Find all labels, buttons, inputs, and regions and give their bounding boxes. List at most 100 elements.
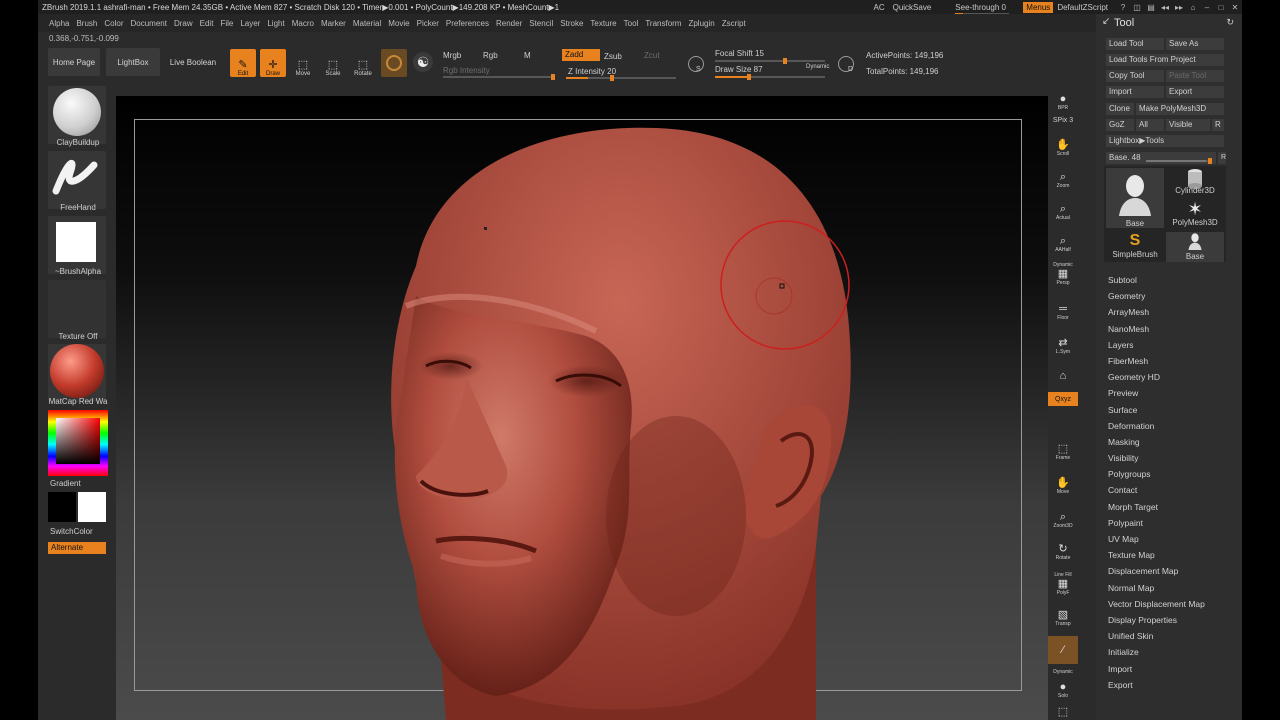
menu-item-file[interactable]: File [220,19,233,28]
paste-tool-button[interactable]: Paste Tool [1166,70,1224,82]
goz-button[interactable]: GoZ [1106,119,1134,131]
move-button[interactable]: ⬚ Move [290,49,316,77]
canvas-viewport[interactable] [116,96,1048,720]
menu-item-picker[interactable]: Picker [417,19,439,28]
mrgb-button[interactable]: Mrgb [443,51,461,60]
arrows-right-icon[interactable]: ▸▸ [1172,3,1186,12]
menu-item-edit[interactable]: Edit [200,19,214,28]
alpha-slot[interactable] [48,216,106,274]
save-as-button[interactable]: Save As [1166,38,1224,50]
zoom3d-button[interactable]: ⌕ Zoom3D [1048,506,1078,534]
zoom-button[interactable]: ⌕ Zoom [1048,166,1078,194]
menu-item-alpha[interactable]: Alpha [49,19,69,28]
menu-item-render[interactable]: Render [496,19,522,28]
menu-item-zplugin[interactable]: Zplugin [688,19,714,28]
section-initialize[interactable]: Initialize [1108,644,1238,660]
maximize-icon[interactable]: □ [1214,3,1228,12]
export-button[interactable]: Export [1166,86,1224,98]
section-surface[interactable]: Surface [1108,402,1238,418]
goz-r-button[interactable]: R [1212,119,1224,131]
spix-control[interactable]: SPix 3 [1048,114,1078,126]
section-visibility[interactable]: Visibility [1108,450,1238,466]
base-slider[interactable]: Base. 48 [1106,152,1216,164]
material-slot[interactable] [48,344,106,402]
section-layers[interactable]: Layers [1108,337,1238,353]
thumb-polymesh3d[interactable]: ✶ PolyMesh3D [1166,200,1224,230]
section-import[interactable]: Import [1108,661,1238,677]
sculpt-head-model[interactable] [116,96,1048,720]
default-zscript-button[interactable]: DefaultZScript [1057,3,1108,12]
section-uv-map[interactable]: UV Map [1108,531,1238,547]
rotate-view-button[interactable]: ↻ Rotate [1048,538,1078,566]
live-boolean-button[interactable]: Live Boolean [166,48,220,76]
polyf-button[interactable]: Line Fill ▦ PolyF [1048,570,1078,598]
dynamic-toggle[interactable]: Dynamic [806,64,829,70]
edit-button[interactable]: ✎ Edit [230,49,256,77]
transp-button[interactable]: ▧ Transp [1048,604,1078,632]
frame-button[interactable]: ⬚ Frame [1048,438,1078,466]
section-normal-map[interactable]: Normal Map [1108,580,1238,596]
aahalf-button[interactable]: ⌕ AAHalf [1048,230,1078,258]
menu-item-movie[interactable]: Movie [388,19,409,28]
clone-button[interactable]: Clone [1106,103,1134,115]
xyz-button[interactable]: Qxyz [1048,392,1078,406]
base-r-button[interactable]: R [1218,152,1226,164]
menu-item-zscript[interactable]: Zscript [722,19,746,28]
ui-icon[interactable]: ▤ [1144,3,1158,12]
focal-shift-slider[interactable] [715,58,825,64]
section-fibermesh[interactable]: FiberMesh [1108,353,1238,369]
section-subtool[interactable]: Subtool [1108,272,1238,288]
rgb-button[interactable]: Rgb [483,51,498,60]
menu-item-draw[interactable]: Draw [174,19,193,28]
help-icon[interactable]: ? [1116,3,1130,12]
scale-button[interactable]: ⬚ Scale [320,49,346,77]
see-through-slider[interactable]: See-through 0 [955,3,1015,14]
menu-item-light[interactable]: Light [267,19,284,28]
menu-item-material[interactable]: Material [353,19,381,28]
draw-button[interactable]: ✛ Draw [260,49,286,77]
menu-item-transform[interactable]: Transform [645,19,681,28]
xpose-button[interactable]: ⬚ [1048,698,1078,720]
section-geometry[interactable]: Geometry [1108,288,1238,304]
close-icon[interactable]: ✕ [1228,3,1242,12]
lightbox-tools-button[interactable]: Lightbox▶Tools [1106,135,1224,147]
scroll-button[interactable]: ✋ Scroll [1048,134,1078,162]
secondary-color-swatch[interactable] [48,492,76,522]
zsub-button[interactable]: Zsub [604,52,622,61]
menus-button[interactable]: Menus [1023,1,1054,13]
thumb-simplebrush[interactable]: S SimpleBrush [1106,232,1164,262]
floor-button[interactable]: ═ Floor [1048,298,1078,326]
section-preview[interactable]: Preview [1108,385,1238,401]
thumb-base-small[interactable]: Base [1166,232,1224,262]
yin-yang-icon[interactable]: ☯ [413,52,433,72]
section-texture-map[interactable]: Texture Map [1108,547,1238,563]
menu-item-macro[interactable]: Macro [292,19,314,28]
lock-icon[interactable]: ⌂ [1186,3,1200,12]
zcut-button[interactable]: Zcut [644,51,660,60]
arrows-left-icon[interactable]: ◂◂ [1158,3,1172,12]
persp-button[interactable]: Dynamic ▦ Persp [1048,260,1078,288]
section-geometry-hd[interactable]: Geometry HD [1108,369,1238,385]
section-morph-target[interactable]: Morph Target [1108,499,1238,515]
lightbox-button[interactable]: LightBox [106,48,160,76]
section-polypaint[interactable]: Polypaint [1108,515,1238,531]
section-arraymesh[interactable]: ArrayMesh [1108,304,1238,320]
section-displacement-map[interactable]: Displacement Map [1108,563,1238,579]
minimize-icon[interactable]: – [1200,3,1214,12]
menu-item-document[interactable]: Document [131,19,167,28]
actual-button[interactable]: ⌕ Actual [1048,198,1078,226]
ghost-button[interactable]: ∕ [1048,636,1078,664]
home-page-button[interactable]: Home Page [48,48,100,76]
texture-slot[interactable] [48,280,106,338]
move-view-button[interactable]: ✋ Move [1048,472,1078,500]
thumb-base-bust[interactable]: Base [1106,168,1164,228]
material-button[interactable] [381,49,407,77]
menu-item-layer[interactable]: Layer [240,19,260,28]
switch-color-button[interactable]: SwitchColor [48,527,108,536]
menu-item-brush[interactable]: Brush [76,19,97,28]
main-color-swatch[interactable] [78,492,106,522]
copy-tool-button[interactable]: Copy Tool [1106,70,1164,82]
reset-icon[interactable]: ↻ [1226,17,1234,28]
section-masking[interactable]: Masking [1108,434,1238,450]
goz-visible-button[interactable]: Visible [1166,119,1210,131]
